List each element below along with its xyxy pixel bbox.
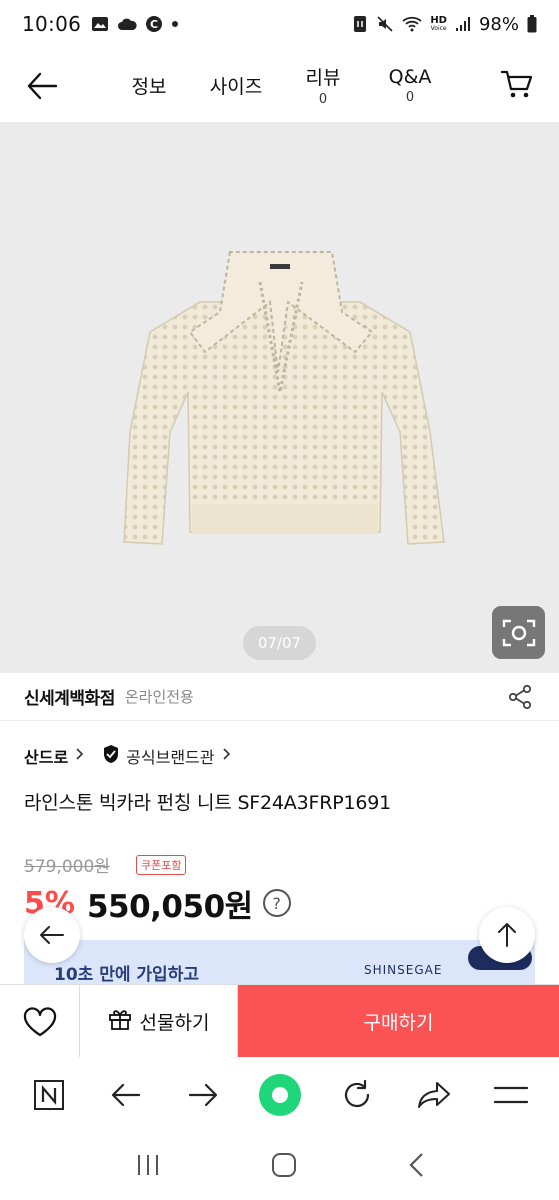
verified-shield-icon	[102, 744, 120, 768]
scroll-to-top-button[interactable]	[479, 907, 535, 963]
home-icon	[271, 1152, 296, 1177]
official-brand-link[interactable]: 공식브랜드관	[102, 744, 230, 768]
arrow-up-icon	[498, 923, 516, 947]
hd-voice-icon: HD Voice	[430, 15, 447, 32]
gift-icon	[108, 1007, 132, 1036]
product-image-gallery[interactable]: 07/07	[0, 122, 559, 673]
chevron-left-icon	[408, 1152, 423, 1177]
original-price: 579,000원	[24, 857, 110, 877]
naver-home-button[interactable]	[23, 1069, 75, 1121]
share-arrow-icon	[417, 1082, 450, 1108]
home-button[interactable]	[271, 1152, 297, 1182]
mute-icon	[376, 15, 394, 33]
tab-info[interactable]: 정보	[128, 48, 170, 122]
chevron-right-icon	[222, 748, 231, 764]
cart-icon	[501, 70, 533, 98]
status-bar: 10:06 C HD Voice 98%	[0, 0, 559, 48]
official-brand-label: 공식브랜드관	[126, 748, 215, 767]
status-time: 10:06	[22, 12, 82, 36]
gallery-icon	[91, 16, 109, 32]
system-nav-bar	[0, 1133, 559, 1200]
banner-brand: SHINSEGAE	[364, 963, 443, 977]
gift-label: 선물하기	[139, 1012, 210, 1034]
purchase-action-bar: 선물하기 구매하기	[0, 984, 559, 1058]
dot-icon	[171, 20, 179, 28]
floating-back-button[interactable]	[24, 907, 80, 963]
browser-toolbar	[0, 1057, 559, 1133]
arrow-left-icon	[111, 1083, 140, 1107]
signal-icon	[455, 16, 471, 32]
hamburger-icon	[493, 1086, 528, 1104]
brand-name: 산드로	[24, 748, 69, 767]
buy-button[interactable]: 구매하기	[238, 985, 559, 1058]
c-app-icon: C	[145, 15, 163, 33]
tab-review-count: 0	[318, 92, 328, 107]
banner-text: 10초 만에 가입하고	[54, 965, 199, 984]
browser-back-button[interactable]	[100, 1069, 152, 1121]
tab-info-label: 정보	[131, 75, 167, 98]
recent-apps-icon	[137, 1154, 158, 1175]
cart-button[interactable]	[497, 64, 537, 104]
recent-apps-button[interactable]	[136, 1153, 160, 1181]
wifi-icon	[402, 16, 422, 32]
store-sub-label: 온라인전용	[124, 688, 194, 706]
heart-icon	[23, 1006, 56, 1036]
share-icon	[508, 684, 532, 710]
arrow-left-icon	[40, 926, 64, 944]
svg-text:C: C	[150, 18, 158, 31]
system-back-button[interactable]	[408, 1152, 424, 1182]
nfc-icon	[352, 15, 368, 33]
share-button[interactable]	[507, 684, 533, 710]
chevron-right-icon	[76, 748, 84, 764]
green-dot-icon	[258, 1074, 301, 1116]
back-button[interactable]	[22, 66, 62, 106]
coupon-included-badge: 쿠폰포함	[136, 855, 187, 875]
battery-percent: 98%	[478, 13, 519, 35]
green-dot-button[interactable]	[254, 1069, 306, 1121]
menu-button[interactable]	[485, 1069, 537, 1121]
tab-review-label: 리뷰	[305, 67, 341, 89]
product-top-nav: 정보 사이즈 리뷰 0 Q&A 0	[0, 48, 559, 122]
brand-row: 산드로 공식브랜드관	[24, 742, 231, 770]
tab-qna[interactable]: Q&A 0	[384, 48, 436, 122]
gallery-page-indicator: 07/07	[243, 626, 316, 660]
store-row: 신세계백화점 온라인전용	[0, 673, 559, 721]
gift-button[interactable]: 선물하기	[80, 985, 238, 1058]
tab-size[interactable]: 사이즈	[206, 48, 266, 122]
brand-link[interactable]: 산드로	[24, 744, 84, 768]
reload-button[interactable]	[331, 1069, 383, 1121]
product-image	[123, 251, 445, 545]
price-help-icon[interactable]: ?	[262, 889, 291, 917]
tab-qna-label: Q&A	[388, 65, 432, 88]
image-search-button[interactable]	[492, 606, 545, 659]
signup-banner[interactable]: 10초 만에 가입하고 SHINSEGAE	[24, 940, 535, 984]
browser-forward-button[interactable]	[177, 1069, 229, 1121]
cloud-icon	[117, 17, 137, 31]
browser-share-button[interactable]	[408, 1069, 460, 1121]
naver-n-icon	[33, 1080, 64, 1110]
wishlist-button[interactable]	[0, 985, 80, 1058]
lens-scan-icon	[502, 619, 535, 646]
arrow-left-icon	[27, 72, 58, 100]
reload-icon	[344, 1079, 369, 1108]
tab-review[interactable]: 리뷰 0	[302, 48, 344, 122]
tab-qna-count: 0	[405, 89, 415, 105]
tab-size-label: 사이즈	[209, 75, 263, 98]
battery-icon	[527, 15, 537, 33]
product-title: 라인스톤 빅카라 펀칭 니트 SF24A3FRP1691	[24, 792, 392, 814]
sale-price: 550,050원	[86, 888, 253, 925]
arrow-right-icon	[188, 1083, 217, 1107]
store-name[interactable]: 신세계백화점	[24, 684, 115, 709]
